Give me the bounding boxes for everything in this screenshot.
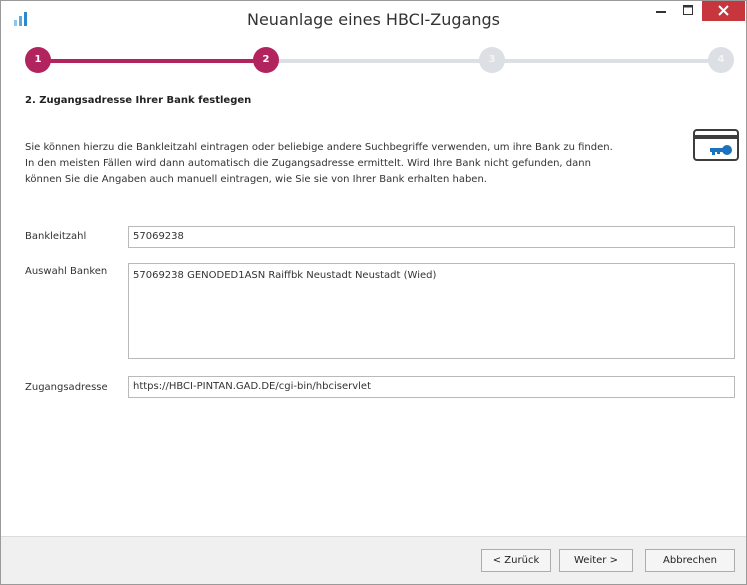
close-icon bbox=[718, 5, 729, 16]
bank-selection-list[interactable]: 57069238 GENODED1ASN Raiffbk Neustadt Ne… bbox=[128, 263, 735, 359]
auswahl-banken-label: Auswahl Banken bbox=[25, 266, 108, 277]
bank-card-key-icon bbox=[693, 129, 739, 161]
window-title: Neuanlage eines HBCI-Zugangs bbox=[246, 10, 500, 29]
step-3: 3 bbox=[479, 47, 505, 73]
step-1: 1 bbox=[25, 47, 51, 73]
description-line: Sie können hierzu die Bankleitzahl eintr… bbox=[25, 142, 613, 153]
bankleitzahl-input[interactable]: 57069238 bbox=[128, 226, 735, 248]
back-button[interactable]: < Zurück bbox=[481, 549, 551, 572]
list-item[interactable]: 57069238 GENODED1ASN Raiffbk Neustadt Ne… bbox=[133, 270, 730, 281]
close-button[interactable] bbox=[702, 1, 745, 21]
zugangsadresse-input[interactable]: https://HBCI-PINTAN.GAD.DE/cgi-bin/hbcis… bbox=[128, 376, 735, 398]
step-4: 4 bbox=[708, 47, 734, 73]
minimize-button[interactable] bbox=[648, 1, 674, 21]
maximize-icon bbox=[683, 5, 693, 15]
title-bar: Neuanlage eines HBCI-Zugangs bbox=[1, 1, 746, 37]
bankleitzahl-label: Bankleitzahl bbox=[25, 231, 87, 242]
maximize-button[interactable] bbox=[675, 1, 701, 21]
description-line: können Sie die Angaben auch manuell eint… bbox=[25, 174, 487, 185]
section-title: 2. Zugangsadresse Ihrer Bank festlegen bbox=[25, 95, 252, 106]
step-2: 2 bbox=[253, 47, 279, 73]
section-content: 2. Zugangsadresse Ihrer Bank festlegen S… bbox=[25, 95, 725, 185]
step-progress: 1 2 3 4 bbox=[1, 37, 746, 85]
step-line-completed bbox=[38, 59, 266, 63]
cancel-button[interactable]: Abbrechen bbox=[645, 549, 735, 572]
dialog-window: Neuanlage eines HBCI-Zugangs 1 2 3 4 2. … bbox=[0, 0, 747, 585]
next-button[interactable]: Weiter > bbox=[559, 549, 633, 572]
description-line: In den meisten Fällen wird dann automati… bbox=[25, 158, 591, 169]
zugangsadresse-label: Zugangsadresse bbox=[25, 382, 108, 393]
footer-bar: < Zurück Weiter > Abbrechen bbox=[1, 536, 746, 584]
minimize-icon bbox=[656, 11, 666, 13]
section-description: Sie können hierzu die Bankleitzahl eintr… bbox=[25, 140, 675, 188]
